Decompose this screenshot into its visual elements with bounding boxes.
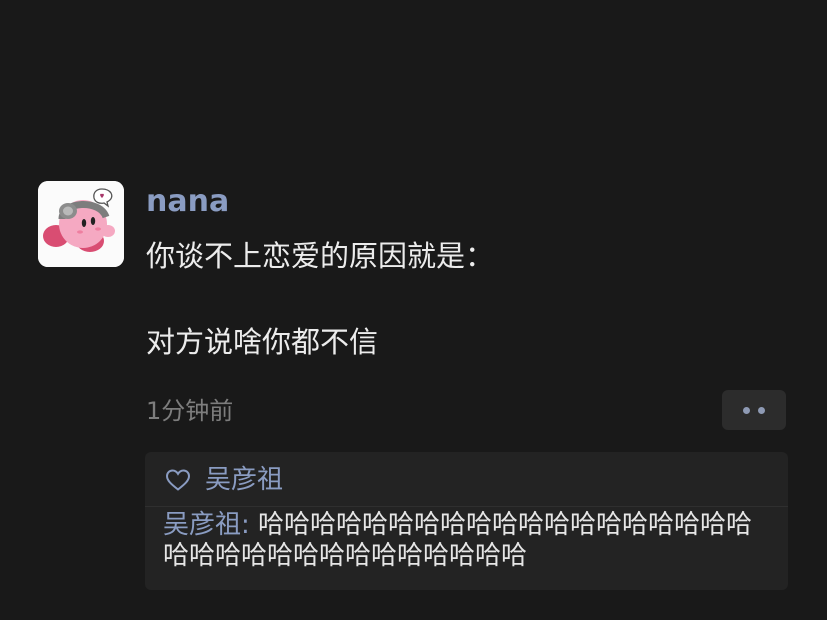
post-timestamp: 1分钟前 — [146, 397, 234, 425]
dot-icon — [743, 406, 750, 414]
comment-separator: : — [241, 510, 259, 540]
avatar-image — [38, 181, 124, 267]
more-actions-button[interactable] — [722, 390, 786, 430]
post-username[interactable]: nana — [146, 184, 229, 220]
heart-outline-icon — [165, 469, 191, 491]
post-content-line: 你谈不上恋爱的原因就是： — [146, 239, 495, 273]
avatar[interactable] — [38, 181, 124, 267]
divider — [145, 506, 788, 507]
likes-comments-panel: 吴彦祖 吴彦祖: 哈哈哈哈哈哈哈哈哈哈哈哈哈哈哈哈哈哈哈哈哈哈哈哈哈哈哈哈哈哈哈… — [145, 452, 788, 590]
comment[interactable]: 吴彦祖: 哈哈哈哈哈哈哈哈哈哈哈哈哈哈哈哈哈哈哈哈哈哈哈哈哈哈哈哈哈哈哈哈哈 — [163, 510, 773, 572]
comment-author[interactable]: 吴彦祖 — [163, 510, 241, 540]
likes-row: 吴彦祖 — [165, 461, 283, 499]
liker-name[interactable]: 吴彦祖 — [205, 461, 283, 499]
dot-icon — [758, 406, 765, 414]
post-content: 你谈不上恋爱的原因就是： 对方说啥你都不信 — [146, 236, 766, 362]
post-content-line: 对方说啥你都不信 — [146, 325, 379, 359]
